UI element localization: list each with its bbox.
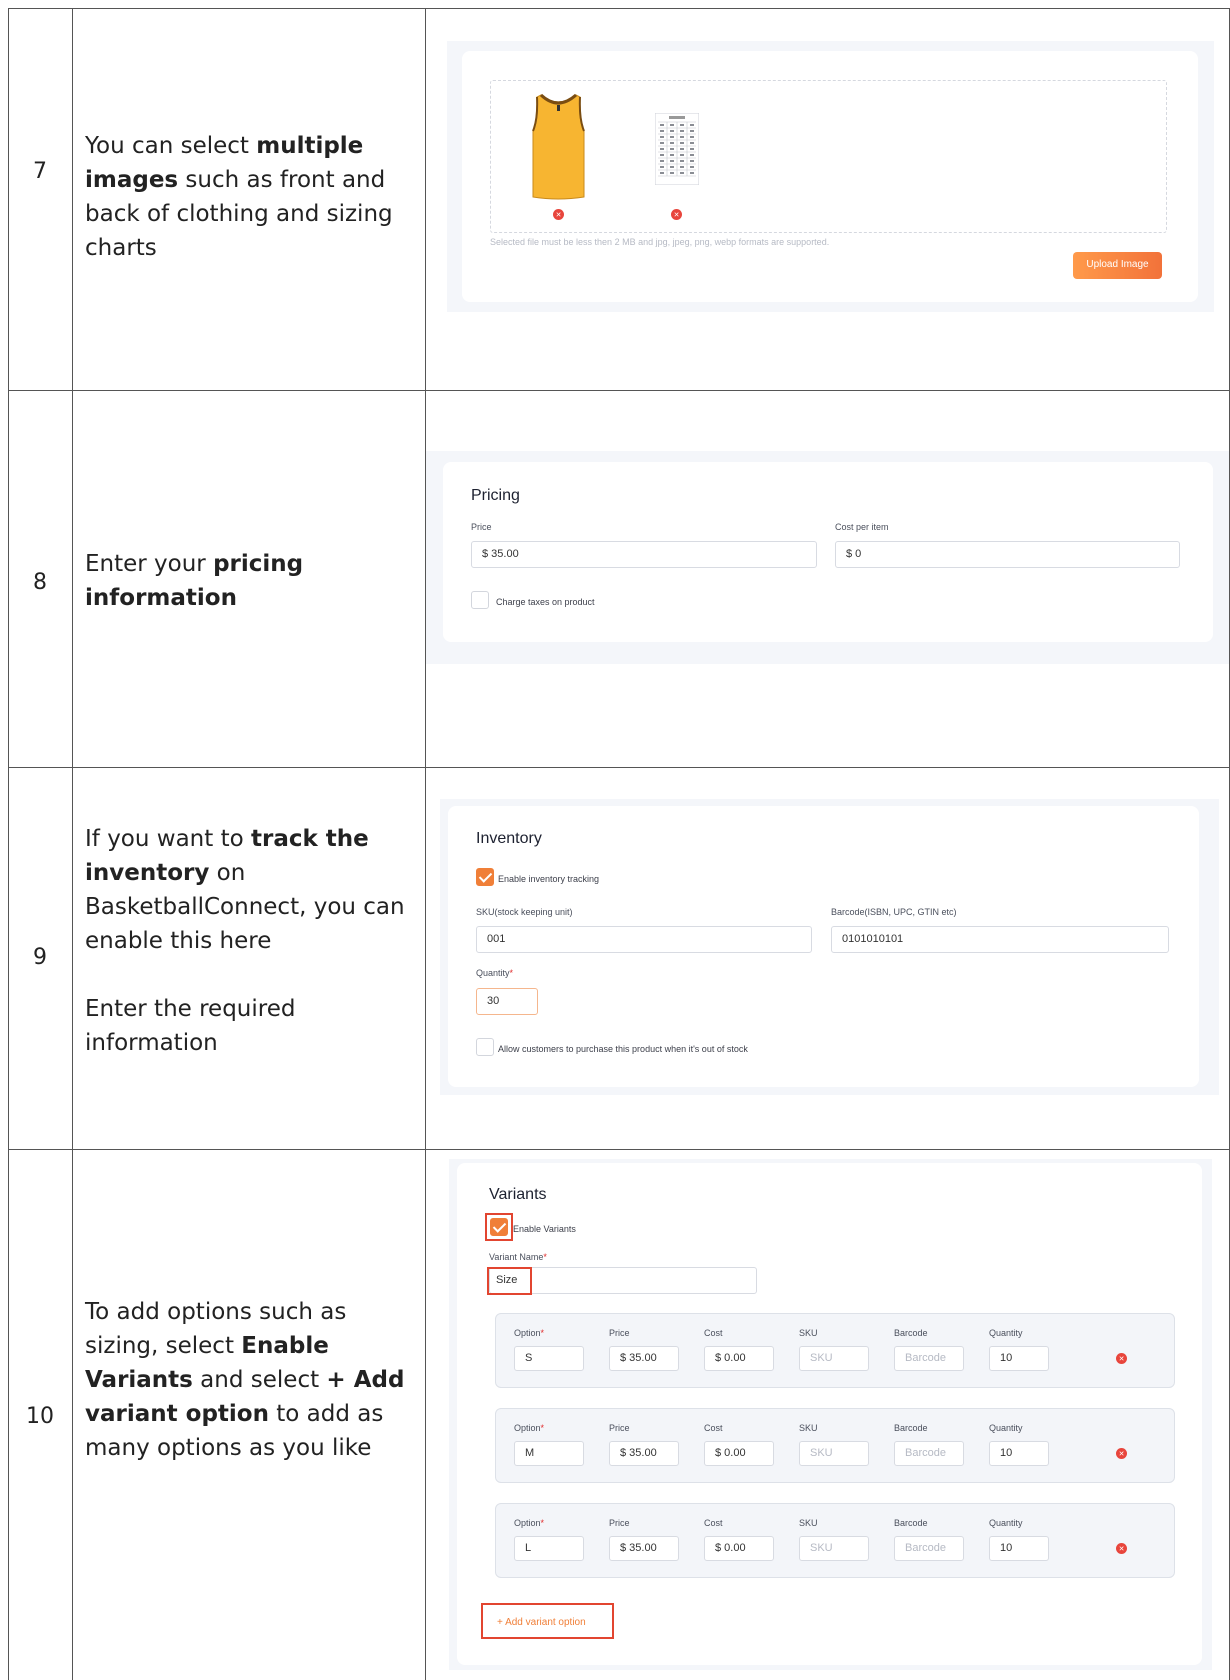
variant-sku-header: SKU — [799, 1328, 818, 1338]
row-number: 7 — [33, 159, 47, 184]
variant-barcode-input[interactable]: Barcode — [894, 1536, 964, 1561]
variant-option-row: Option* S Price $ 35.00 Cost $ 0.00 SKU SKU Barc… — [495, 1313, 1175, 1388]
variants-screenshot: Variants Enable Variants Variant Name* S… — [449, 1159, 1212, 1670]
variant-cost-input[interactable]: $ 0.00 — [704, 1441, 774, 1466]
image-dropzone[interactable] — [490, 80, 1167, 233]
pricing-title: Pricing — [471, 487, 520, 504]
inventory-title: Inventory — [476, 830, 542, 847]
row-number: 10 — [26, 1404, 54, 1429]
variant-option-input[interactable]: L — [514, 1536, 584, 1561]
out-of-stock-label: Allow customers to purchase this product… — [498, 1044, 748, 1054]
variant-name-label: Variant Name* — [489, 1252, 547, 1262]
variant-cost-header: Cost — [704, 1518, 723, 1528]
highlight-box — [485, 1213, 513, 1241]
jersey-thumbnail — [532, 93, 585, 200]
variants-card: Variants Enable Variants Variant Name* S… — [457, 1163, 1202, 1665]
variant-barcode-input[interactable]: Barcode — [894, 1441, 964, 1466]
row-number: 8 — [33, 570, 47, 595]
quantity-input[interactable]: 30 — [476, 988, 538, 1015]
instruction-table: 7 You can select multiple images such as… — [0, 0, 1230, 1680]
variant-option-header: Option* — [514, 1423, 545, 1433]
table-border-col1 — [72, 8, 73, 1680]
variant-cost-header: Cost — [704, 1423, 723, 1433]
inventory-screenshot: Inventory Enable inventory tracking SKU(… — [440, 799, 1219, 1095]
remove-variant-icon[interactable] — [1116, 1448, 1127, 1459]
variant-sku-header: SKU — [799, 1423, 818, 1433]
variant-option-row: Option* M Price $ 35.00 Cost $ 0.00 SKU SKU Barc… — [495, 1408, 1175, 1483]
remove-image-icon[interactable] — [553, 209, 564, 220]
variant-barcode-header: Barcode — [894, 1518, 928, 1528]
upload-help-text: Selected file must be less then 2 MB and… — [490, 237, 830, 247]
variant-sku-input[interactable]: SKU — [799, 1346, 869, 1371]
table-border-left — [8, 8, 9, 1680]
price-input[interactable]: $ 35.00 — [471, 541, 817, 568]
barcode-label: Barcode(ISBN, UPC, GTIN etc) — [831, 907, 957, 917]
variant-price-input[interactable]: $ 35.00 — [609, 1536, 679, 1561]
enable-variants-label: Enable Variants — [513, 1224, 576, 1234]
charge-taxes-label: Charge taxes on product — [496, 597, 595, 607]
variant-barcode-header: Barcode — [894, 1423, 928, 1433]
variant-sku-input[interactable]: SKU — [799, 1536, 869, 1561]
variant-cost-header: Cost — [704, 1328, 723, 1338]
price-label: Price — [471, 522, 492, 532]
row-instruction: Enter your pricing information — [85, 551, 304, 611]
variant-barcode-header: Barcode — [894, 1328, 928, 1338]
upload-card: Selected file must be less then 2 MB and… — [462, 51, 1198, 302]
table-border-row-8 — [8, 390, 1230, 391]
variant-quantity-input[interactable]: 10 — [989, 1346, 1049, 1371]
row-instruction: To add options such as sizing, select En… — [85, 1299, 405, 1461]
variant-option-row: Option* L Price $ 35.00 Cost $ 0.00 SKU SKU Barc… — [495, 1503, 1175, 1578]
variant-quantity-header: Quantity — [989, 1328, 1023, 1338]
charge-taxes-checkbox[interactable] — [471, 591, 489, 609]
size-chart-thumbnail — [655, 113, 699, 185]
variant-quantity-input[interactable]: 10 — [989, 1536, 1049, 1561]
pricing-card: Pricing Price $ 35.00 Cost per item $ 0 … — [443, 462, 1213, 642]
variant-price-input[interactable]: $ 35.00 — [609, 1346, 679, 1371]
pricing-screenshot: Pricing Price $ 35.00 Cost per item $ 0 … — [426, 451, 1229, 664]
out-of-stock-checkbox[interactable] — [476, 1038, 494, 1056]
variant-price-header: Price — [609, 1518, 630, 1528]
variant-cost-input[interactable]: $ 0.00 — [704, 1536, 774, 1561]
variant-price-header: Price — [609, 1423, 630, 1433]
highlight-box — [481, 1603, 614, 1639]
upload-image-button[interactable]: Upload Image — [1073, 252, 1162, 279]
variant-option-input[interactable]: S — [514, 1346, 584, 1371]
variant-sku-header: SKU — [799, 1518, 818, 1528]
variant-quantity-input[interactable]: 10 — [989, 1441, 1049, 1466]
variant-cost-input[interactable]: $ 0.00 — [704, 1346, 774, 1371]
barcode-input[interactable]: 0101010101 — [831, 926, 1169, 953]
variant-barcode-input[interactable]: Barcode — [894, 1346, 964, 1371]
remove-variant-icon[interactable] — [1116, 1543, 1127, 1554]
variant-price-header: Price — [609, 1328, 630, 1338]
sku-label: SKU(stock keeping unit) — [476, 907, 573, 917]
row-instruction: You can select multiple images such as f… — [85, 133, 393, 261]
quantity-label: Quantity* — [476, 968, 514, 978]
variant-quantity-header: Quantity — [989, 1423, 1023, 1433]
remove-image-icon[interactable] — [671, 209, 682, 220]
table-border-top — [8, 8, 1230, 9]
variant-quantity-header: Quantity — [989, 1518, 1023, 1528]
variant-option-input[interactable]: M — [514, 1441, 584, 1466]
row-instruction: If you want to track the inventory on Ba… — [85, 826, 405, 1056]
variant-option-header: Option* — [514, 1518, 545, 1528]
table-border-row-10 — [8, 1149, 1230, 1150]
highlight-box — [487, 1267, 532, 1295]
table-border-row-9 — [8, 767, 1230, 768]
variants-title: Variants — [489, 1186, 547, 1203]
cost-per-item-input[interactable]: $ 0 — [835, 541, 1180, 568]
table-border-col2 — [425, 8, 426, 1680]
inventory-card: Inventory Enable inventory tracking SKU(… — [448, 806, 1199, 1087]
variant-price-input[interactable]: $ 35.00 — [609, 1441, 679, 1466]
inventory-tracking-label: Enable inventory tracking — [498, 874, 600, 884]
upload-screenshot: Selected file must be less then 2 MB and… — [447, 41, 1214, 312]
row-number: 9 — [33, 945, 47, 970]
variant-option-header: Option* — [514, 1328, 545, 1338]
cost-per-item-label: Cost per item — [835, 522, 889, 532]
remove-variant-icon[interactable] — [1116, 1353, 1127, 1364]
inventory-tracking-checkbox[interactable] — [476, 868, 494, 886]
sku-input[interactable]: 001 — [476, 926, 812, 953]
variant-sku-input[interactable]: SKU — [799, 1441, 869, 1466]
